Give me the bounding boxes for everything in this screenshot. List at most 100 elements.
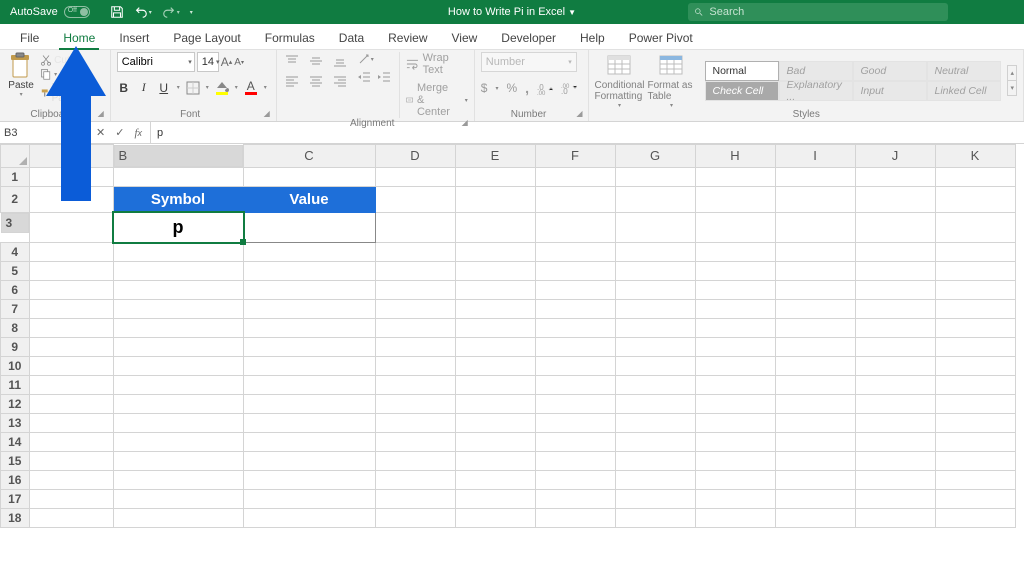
orientation-icon[interactable]: ▾: [357, 52, 374, 66]
row-header-1[interactable]: 1: [1, 167, 30, 186]
cell[interactable]: [615, 167, 695, 186]
cell[interactable]: [535, 337, 615, 356]
autosave-toggle[interactable]: AutoSave Off: [4, 6, 96, 18]
cell[interactable]: [535, 299, 615, 318]
cell[interactable]: [935, 508, 1015, 527]
cut-button[interactable]: Cut: [40, 54, 104, 66]
cell[interactable]: [855, 261, 935, 280]
row-header-2[interactable]: 2: [1, 186, 30, 212]
cell[interactable]: [113, 167, 243, 186]
cell[interactable]: [243, 167, 375, 186]
cell[interactable]: [535, 508, 615, 527]
cell[interactable]: [855, 432, 935, 451]
cell[interactable]: [29, 212, 113, 242]
cell[interactable]: [113, 470, 243, 489]
cell[interactable]: [375, 261, 455, 280]
cell[interactable]: [935, 212, 1015, 242]
row-header-12[interactable]: 12: [1, 394, 30, 413]
cell[interactable]: [29, 394, 113, 413]
cell[interactable]: Value: [243, 186, 375, 212]
cell[interactable]: [615, 212, 695, 242]
cell[interactable]: [113, 356, 243, 375]
cell[interactable]: [615, 432, 695, 451]
cell[interactable]: [243, 470, 375, 489]
search-box[interactable]: [688, 3, 948, 21]
underline-button[interactable]: U: [157, 81, 171, 95]
align-center-icon[interactable]: [307, 72, 325, 90]
cell[interactable]: [615, 375, 695, 394]
cell[interactable]: [855, 394, 935, 413]
cell[interactable]: [935, 186, 1015, 212]
cell[interactable]: [695, 299, 775, 318]
cell[interactable]: [375, 356, 455, 375]
cell[interactable]: [695, 489, 775, 508]
cell[interactable]: [775, 432, 855, 451]
cell[interactable]: [375, 299, 455, 318]
col-header-D[interactable]: D: [375, 145, 455, 168]
row-header-16[interactable]: 16: [1, 470, 30, 489]
row-header-11[interactable]: 11: [1, 375, 30, 394]
cell[interactable]: [375, 413, 455, 432]
cell[interactable]: [535, 451, 615, 470]
font-name-select[interactable]: Calibri▾: [117, 52, 195, 72]
cell[interactable]: [935, 261, 1015, 280]
cell[interactable]: [775, 186, 855, 212]
cell[interactable]: [455, 356, 535, 375]
cell[interactable]: [455, 508, 535, 527]
cell[interactable]: [615, 413, 695, 432]
tab-formulas[interactable]: Formulas: [253, 27, 327, 49]
cell[interactable]: [29, 280, 113, 299]
cell[interactable]: [615, 261, 695, 280]
col-header-E[interactable]: E: [455, 145, 535, 168]
cell[interactable]: [375, 318, 455, 337]
styles-scroll-up-icon[interactable]: ▴: [1008, 66, 1016, 81]
fill-color-button[interactable]: [215, 81, 229, 95]
cell[interactable]: [455, 280, 535, 299]
cell[interactable]: [113, 451, 243, 470]
cell[interactable]: [535, 167, 615, 186]
cell[interactable]: [455, 167, 535, 186]
accounting-format-icon[interactable]: $: [481, 81, 488, 95]
cell[interactable]: [695, 470, 775, 489]
tab-developer[interactable]: Developer: [489, 27, 568, 49]
cell[interactable]: [243, 375, 375, 394]
cell[interactable]: [375, 432, 455, 451]
search-input[interactable]: [709, 6, 942, 18]
cell[interactable]: [615, 318, 695, 337]
col-header-B[interactable]: B: [114, 145, 243, 167]
cell[interactable]: [695, 261, 775, 280]
cell[interactable]: [775, 337, 855, 356]
cell[interactable]: [113, 375, 243, 394]
shrink-font-icon[interactable]: A▾: [234, 57, 244, 68]
cell[interactable]: [775, 489, 855, 508]
col-header-J[interactable]: J: [855, 145, 935, 168]
spreadsheet-grid[interactable]: A B C D E F G H I J K 12SymbolValue3p456…: [0, 144, 1024, 576]
cell[interactable]: p: [113, 212, 243, 242]
cell[interactable]: [695, 167, 775, 186]
tab-power-pivot[interactable]: Power Pivot: [617, 27, 705, 49]
cell[interactable]: [455, 375, 535, 394]
cell[interactable]: [535, 470, 615, 489]
cell[interactable]: [113, 299, 243, 318]
cell[interactable]: [113, 508, 243, 527]
name-box[interactable]: B3▼: [0, 122, 88, 143]
cell[interactable]: [113, 261, 243, 280]
cell[interactable]: [535, 212, 615, 242]
cell[interactable]: [775, 261, 855, 280]
cell[interactable]: [29, 356, 113, 375]
cell[interactable]: [29, 489, 113, 508]
cell[interactable]: [855, 375, 935, 394]
qat-customize-icon[interactable]: ▾: [190, 9, 193, 16]
cell[interactable]: [29, 337, 113, 356]
style-bad[interactable]: Bad: [779, 61, 853, 81]
cell[interactable]: [375, 470, 455, 489]
cell[interactable]: [243, 356, 375, 375]
number-format-select[interactable]: Number▾: [481, 52, 577, 72]
conditional-formatting-button[interactable]: Conditional Formatting▾: [595, 52, 643, 109]
align-bottom-icon[interactable]: [331, 52, 349, 70]
cell[interactable]: [29, 186, 113, 212]
cell[interactable]: [695, 356, 775, 375]
tab-data[interactable]: Data: [327, 27, 376, 49]
cell[interactable]: [455, 318, 535, 337]
style-neutral[interactable]: Neutral: [927, 61, 1001, 81]
